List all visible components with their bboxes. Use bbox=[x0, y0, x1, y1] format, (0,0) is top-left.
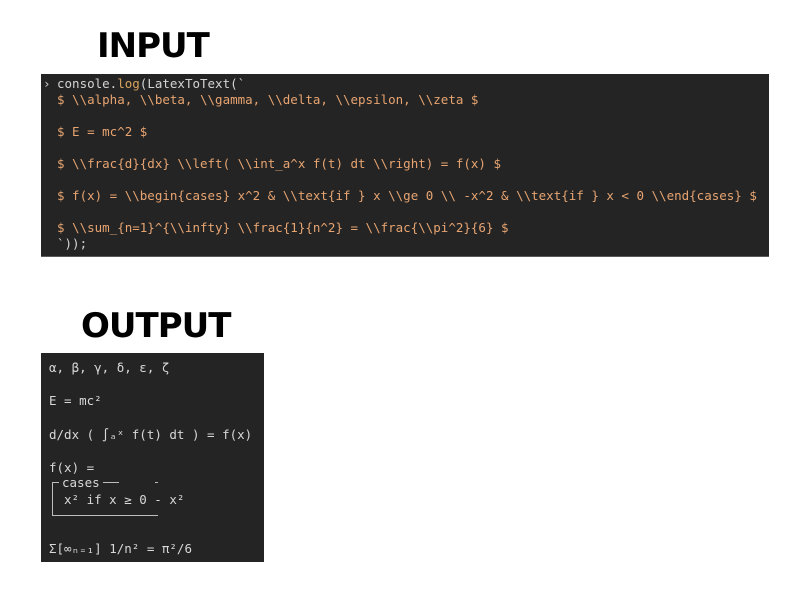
output-energy-line: E = mc² bbox=[49, 393, 102, 408]
latex-line-energy: $ E = mc^2 $ bbox=[57, 124, 148, 139]
output-console: α, β, γ, δ, ε, ζ E = mc² d/dx ( ∫ₐˣ f(t)… bbox=[41, 353, 264, 562]
call-open: (LatexToText(` bbox=[139, 76, 246, 91]
call-method: log bbox=[117, 76, 140, 91]
input-heading: INPUT bbox=[97, 26, 210, 66]
latex-line-derivative: $ \\frac{d}{dx} \\left( \\int_a^x f(t) d… bbox=[57, 156, 502, 171]
output-derivative-line: d/dx ( ∫ₐˣ f(t) dt ) = f(x) bbox=[49, 427, 253, 442]
output-greek-line: α, β, γ, δ, ε, ζ bbox=[49, 360, 170, 375]
latex-line-cases: $ f(x) = \\begin{cases} x^2 & \\text{if … bbox=[57, 188, 757, 203]
latex-line-greek: $ \\alpha, \\beta, \\gamma, \\delta, \\e… bbox=[57, 92, 479, 107]
cases-body-line: x² if x ≥ 0 - x² bbox=[64, 492, 185, 507]
cases-label: cases bbox=[59, 475, 103, 491]
prompt-chevron-icon: › bbox=[43, 76, 51, 91]
input-console[interactable]: › console.log(LatexToText(` $ \\alpha, \… bbox=[41, 74, 769, 257]
console-call-line: console.log(LatexToText(` bbox=[57, 76, 245, 92]
output-series-line: Σ[∞ₙ₌₁] 1/n² = π²/6 bbox=[49, 541, 192, 556]
cases-rule-gap bbox=[119, 482, 155, 483]
output-heading: OUTPUT bbox=[81, 306, 231, 346]
latex-line-series: $ \\sum_{n=1}^{\\infty} \\frac{1}{n^2} =… bbox=[57, 220, 509, 235]
console-call-close: `)); bbox=[57, 236, 88, 251]
call-prefix: console. bbox=[57, 76, 118, 91]
output-piecewise-head: f(x) = bbox=[49, 460, 95, 475]
